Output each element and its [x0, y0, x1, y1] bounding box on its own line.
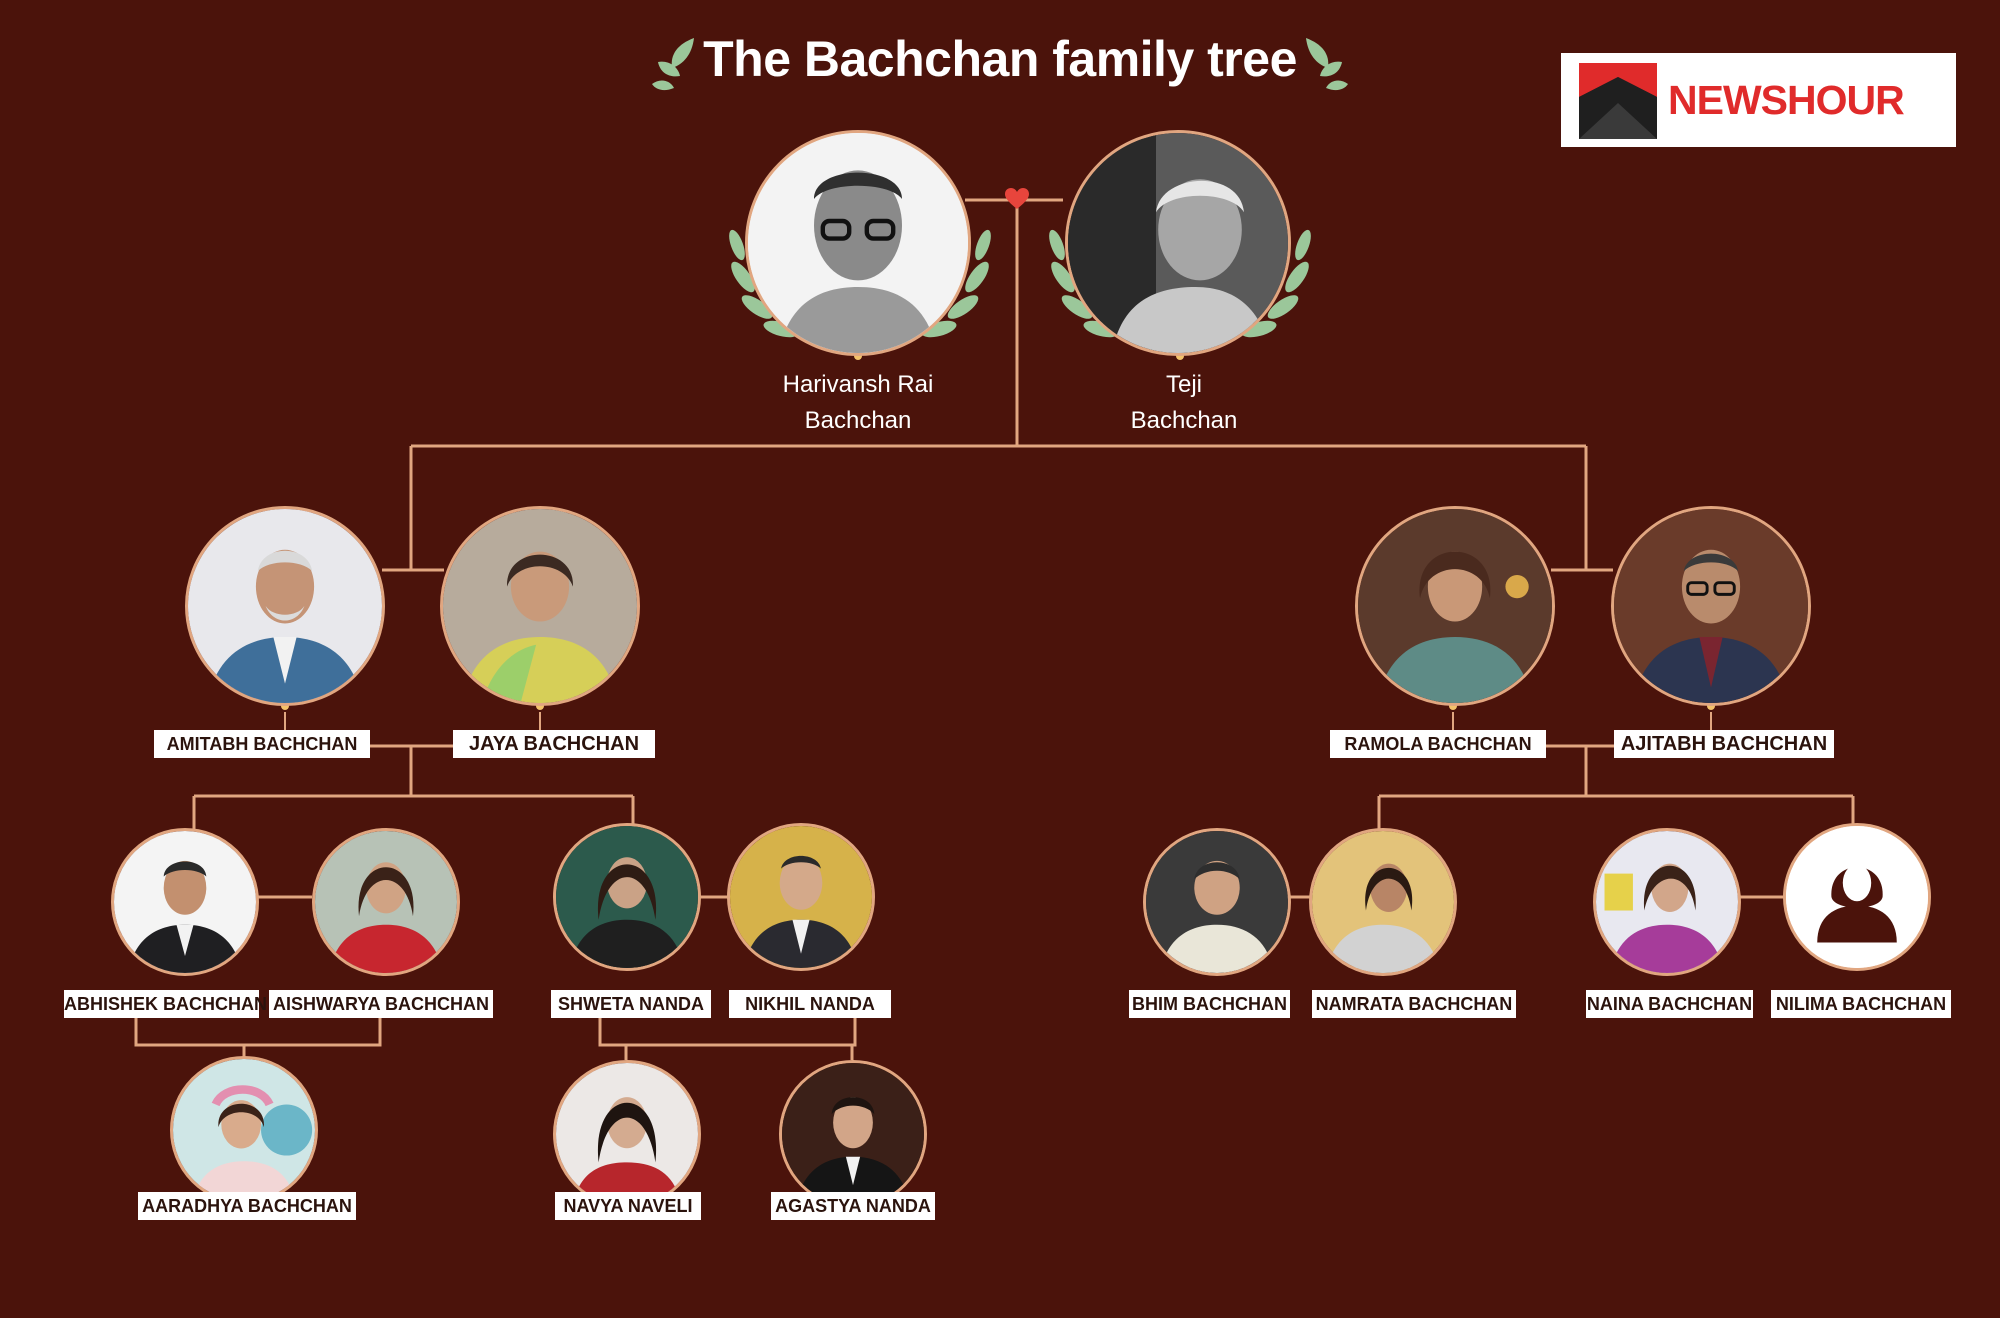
- portrait-icon: [173, 1059, 315, 1201]
- label-ramola-bachchan: RAMOLA BACHCHAN: [1330, 730, 1546, 758]
- portrait-abhishek-bachchan: [111, 828, 259, 976]
- person-silhouette-icon: [1786, 826, 1928, 968]
- portrait-icon: [730, 826, 872, 968]
- label-bhim-bachchan: BHIM BACHCHAN: [1129, 990, 1290, 1018]
- portrait-icon: [1146, 831, 1288, 973]
- portrait-icon: [1312, 831, 1454, 973]
- label-ajitabh-bachchan: AJITABH BACHCHAN: [1614, 730, 1834, 758]
- portrait-namrata-bachchan: [1309, 828, 1457, 976]
- portrait-jaya-bachchan: [440, 506, 640, 706]
- portrait-icon: [315, 831, 457, 973]
- portrait-ramola-bachchan: [1355, 506, 1555, 706]
- label-amitabh-bachchan: AMITABH BACHCHAN: [154, 730, 370, 758]
- portrait-icon: [1358, 509, 1552, 703]
- name-line: Bachchan: [1130, 407, 1238, 434]
- label-namrata-bachchan: NAMRATA BACHCHAN: [1312, 990, 1516, 1018]
- portrait-navya-naveli: [553, 1060, 701, 1208]
- portrait-icon: [748, 133, 968, 353]
- teji-bachchan-name: Teji Bachchan: [1074, 367, 1294, 439]
- harivansh-rai-bachchan-name: Harivansh Rai Bachchan: [748, 367, 968, 439]
- brand-name: NEWSHOUR: [1668, 77, 1905, 123]
- portrait-nilima-bachchan: [1783, 823, 1931, 971]
- portrait-icon: [556, 1063, 698, 1205]
- label-agastya-nanda: AGASTYA NANDA: [771, 1192, 935, 1220]
- portrait-agastya-nanda: [779, 1060, 927, 1208]
- portrait-icon: [114, 831, 256, 973]
- label-jaya-bachchan: JAYA BACHCHAN: [453, 730, 655, 758]
- heart-icon: [1005, 188, 1029, 209]
- portrait-icon: [1596, 831, 1738, 973]
- label-aishwarya-bachchan: AISHWARYA BACHCHAN: [269, 990, 493, 1018]
- label-shweta-nanda: SHWETA NANDA: [551, 990, 711, 1018]
- name-line: Teji: [1165, 371, 1202, 398]
- name-line: Bachchan: [804, 407, 912, 434]
- portrait-amitabh-bachchan: [185, 506, 385, 706]
- portrait-aaradhya-bachchan: [170, 1056, 318, 1204]
- label-nikhil-nanda: NIKHIL NANDA: [729, 990, 891, 1018]
- portrait-nikhil-nanda: [727, 823, 875, 971]
- portrait-icon: [782, 1063, 924, 1205]
- portrait-icon: [556, 826, 698, 968]
- portrait-icon: [188, 509, 382, 703]
- portrait-icon: [1068, 133, 1288, 353]
- portrait-ajitabh-bachchan: [1611, 506, 1811, 706]
- portrait-icon: [1614, 509, 1808, 703]
- label-abhishek-bachchan: ABHISHEK BACHCHAN: [64, 990, 267, 1018]
- portrait-harivansh-rai-bachchan: [745, 130, 971, 356]
- label-aaradhya-bachchan: AARADHYA BACHCHAN: [138, 1192, 356, 1220]
- newshour-logo: NEWSHOUR: [1561, 53, 1956, 147]
- label-naina-bachchan: NAINA BACHCHAN: [1586, 990, 1753, 1018]
- family-tree-infographic: The Bachchan family tree NEWSHOUR Hariva…: [0, 0, 2000, 1318]
- name-line: Harivansh Rai: [782, 371, 934, 398]
- portrait-naina-bachchan: [1593, 828, 1741, 976]
- portrait-teji-bachchan: [1065, 130, 1291, 356]
- label-nilima-bachchan: NILIMA BACHCHAN: [1771, 990, 1951, 1018]
- portrait-icon: [443, 509, 637, 703]
- portrait-aishwarya-bachchan: [312, 828, 460, 976]
- label-navya-naveli: NAVYA NAVELI: [555, 1192, 701, 1220]
- portrait-shweta-nanda: [553, 823, 701, 971]
- envelope-logo-icon: [1579, 63, 1657, 139]
- portrait-bhim-bachchan: [1143, 828, 1291, 976]
